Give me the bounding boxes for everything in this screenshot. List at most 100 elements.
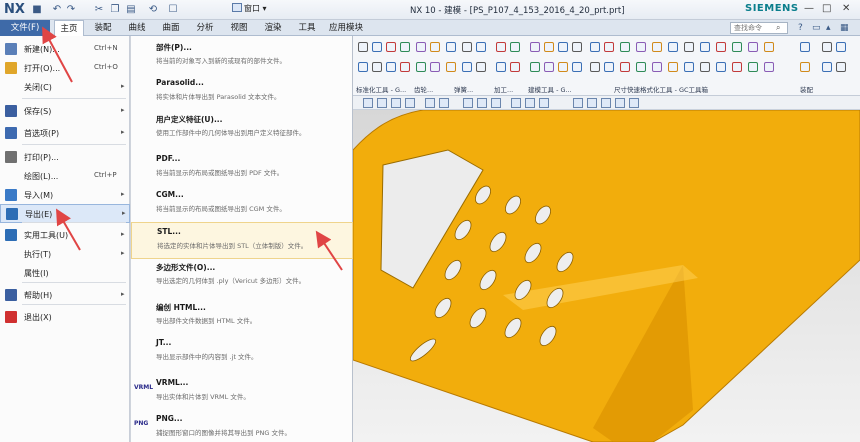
ribbon-tool-icon[interactable] [668,62,678,72]
tab-tools[interactable]: 工具 [292,20,322,36]
ribbon-tool-icon[interactable] [386,62,396,72]
ribbon-tool-icon[interactable] [668,42,678,52]
ribbon-tool-icon[interactable] [372,62,382,72]
export-menu-item[interactable]: 多边形文件(O)... 导出选定的几何体到 .ply（Vericut 多边形）文件… [131,258,353,295]
ribbon-tool-icon[interactable] [652,42,662,52]
export-menu-item[interactable]: PDF... 将当前显示的布局或图纸导出到 PDF 文件。 [131,150,353,187]
ribbon-tool-icon[interactable] [430,62,440,72]
ribbon-tool-icon[interactable] [800,42,810,52]
file-menu-item[interactable]: 实用工具(U) ▸ [0,226,130,245]
ribbon-tool-icon[interactable] [446,62,456,72]
ribbon-tool-icon[interactable] [716,62,726,72]
shaded-icon[interactable] [425,98,435,108]
ribbon-tool-icon[interactable] [800,62,810,72]
ribbon-tool-icon[interactable] [372,42,382,52]
background-icon[interactable] [601,98,611,108]
file-menu-item[interactable]: 退出(X) [0,308,130,327]
help-icon[interactable]: ? [798,23,803,33]
light-icon[interactable] [615,98,625,108]
tab-surface[interactable]: 曲面 [156,20,186,36]
ribbon-tool-icon[interactable] [700,42,710,52]
ribbon-tool-icon[interactable] [446,42,456,52]
ribbon-tool-icon[interactable] [748,62,758,72]
export-menu-item[interactable]: Parasolid... 将实体和片体导出到 Parasolid 文本文件。 [131,74,353,111]
ribbon-tool-icon[interactable] [604,62,614,72]
file-menu-item[interactable]: 首选项(P) ▸ [0,124,130,143]
tab-application[interactable]: 应用模块 [326,20,366,36]
file-menu-item[interactable]: 打开(O)... Ctrl+O [0,59,130,78]
ribbon-tool-icon[interactable] [684,62,694,72]
file-menu-item[interactable]: 导入(M) ▸ [0,186,130,205]
tab-home[interactable]: 主页 [54,20,84,36]
tab-assembly[interactable]: 装配 [88,20,118,36]
snap-point-icon[interactable] [463,98,473,108]
camera-icon[interactable] [629,98,639,108]
close-button[interactable]: ✕ [842,3,850,14]
tab-curve[interactable]: 曲线 [122,20,152,36]
export-menu-item[interactable]: STL... 将选定的实体和片体导出到 STL（立体制版）文件。 [131,222,353,259]
search-icon[interactable]: ⌕ [776,23,780,33]
ribbon-tool-icon[interactable] [544,42,554,52]
ribbon-tool-icon[interactable] [416,62,426,72]
ribbon-tool-icon[interactable] [620,62,630,72]
tab-analysis[interactable]: 分析 [190,20,220,36]
copy-icon[interactable]: ❐ [108,3,122,16]
layer-icon[interactable] [539,98,549,108]
tab-render[interactable]: 渲染 [258,20,288,36]
render-style-icon[interactable] [587,98,597,108]
section-view-icon[interactable] [525,98,535,108]
crosshair-icon[interactable] [511,98,521,108]
cut-icon[interactable]: ✂ [92,3,106,16]
file-menu-item[interactable]: 新建(N)... Ctrl+N [0,40,130,59]
graphics-viewport[interactable] [353,110,860,442]
ribbon-tool-icon[interactable] [604,42,614,52]
file-menu-item[interactable]: 打印(P)... [0,148,130,167]
undo-icon[interactable]: ↶ [50,3,64,16]
ribbon-tool-icon[interactable] [416,42,426,52]
ribbon-tool-icon[interactable] [530,62,540,72]
file-menu-item[interactable]: 执行(T) ▸ [0,245,130,264]
select-filter-icon[interactable] [477,98,487,108]
export-menu-item[interactable]: PNG PNG... 捕捉图形窗口的图像并将其导出到 PNG 文件。 [131,410,353,442]
file-menu-item[interactable]: 导出(E) ▸ [0,204,130,223]
ribbon-tool-icon[interactable] [836,62,846,72]
ribbon-tool-icon[interactable] [590,62,600,72]
touch-mode-icon[interactable]: ☐ [166,3,180,16]
tab-view[interactable]: 视图 [224,20,254,36]
ribbon-tool-icon[interactable] [462,62,472,72]
repeat-command-icon[interactable]: ⟲ [146,3,160,16]
ribbon-tool-icon[interactable] [400,62,410,72]
ribbon-tool-icon[interactable] [822,62,832,72]
tab-file[interactable]: 文件(F) [0,20,50,36]
ribbon-tool-icon[interactable] [764,42,774,52]
ribbon-tool-icon[interactable] [684,42,694,52]
ribbon-tool-icon[interactable] [358,42,368,52]
save-icon[interactable]: ■ [30,3,44,16]
ribbon-tool-icon[interactable] [558,62,568,72]
export-menu-item[interactable]: 部件(P)... 将当前的对象写入到新的或现有的部件文件。 [131,38,353,75]
ribbon-tool-icon[interactable] [496,62,506,72]
ribbon-tool-icon[interactable] [386,42,396,52]
file-menu-item[interactable]: 属性(I) [0,264,130,283]
rotate-icon[interactable] [391,98,401,108]
export-menu-item[interactable]: 用户定义特征(U)... 使用工作部件中的几何体导出到用户定义特征部件。 [131,110,353,147]
ribbon-tool-icon[interactable] [590,42,600,52]
ribbon-tool-icon[interactable] [822,42,832,52]
ribbon-tool-icon[interactable] [476,42,486,52]
file-menu-item[interactable]: 保存(S) ▸ [0,102,130,121]
ribbon-tool-icon[interactable] [732,62,742,72]
ribbon-tool-icon[interactable] [476,62,486,72]
ribbon-tool-icon[interactable] [620,42,630,52]
ribbon-tool-icon[interactable] [544,62,554,72]
ribbon-tool-icon[interactable] [430,42,440,52]
paste-icon[interactable]: ▤ [124,3,138,16]
ribbon-tool-icon[interactable] [732,42,742,52]
ribbon-tool-icon[interactable] [572,42,582,52]
window-menu[interactable]: 窗口 ▾ [232,3,267,14]
ribbon-tool-icon[interactable] [716,42,726,52]
ribbon-tool-icon[interactable] [400,42,410,52]
file-menu-item[interactable]: 帮助(H) ▸ [0,286,130,305]
ribbon-tool-icon[interactable] [558,42,568,52]
ribbon-tool-icon[interactable] [764,62,774,72]
fit-view-icon[interactable] [363,98,373,108]
